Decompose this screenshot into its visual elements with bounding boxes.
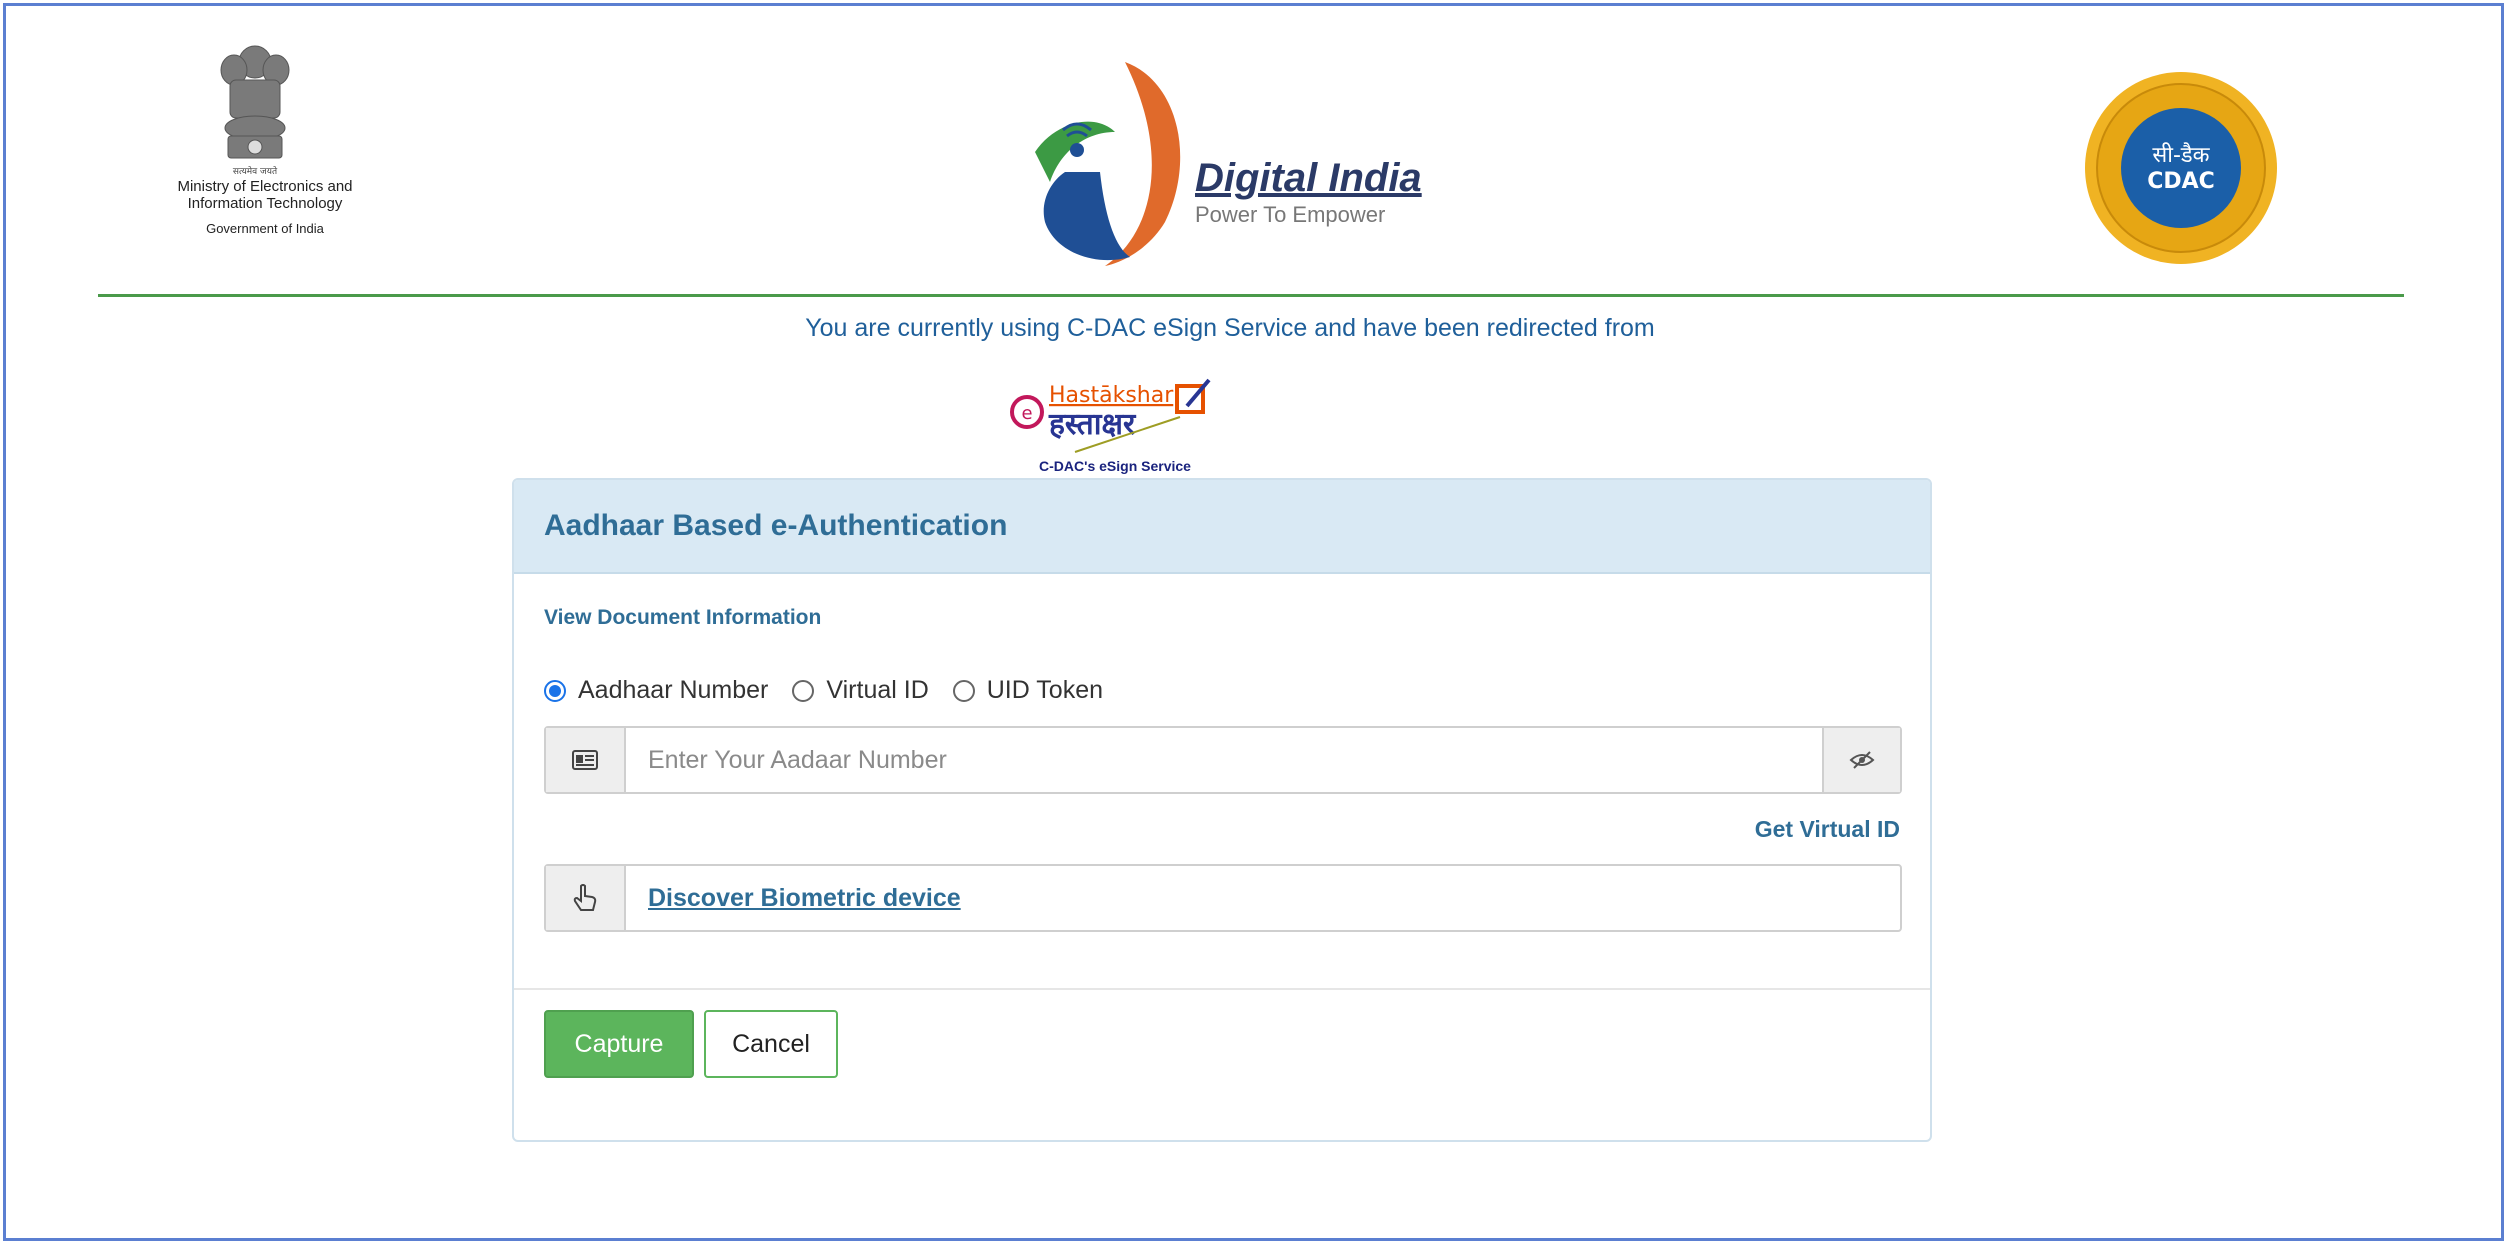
ministry-text: Ministry of Electronics and Information …	[130, 178, 400, 237]
redirect-message: You are currently using C-DAC eSign Serv…	[805, 314, 1655, 342]
view-document-link[interactable]: View Document Information	[544, 606, 821, 630]
radio-virtual-id-label[interactable]: Virtual ID	[826, 676, 928, 705]
radio-uid-token-label[interactable]: UID Token	[987, 676, 1103, 705]
digital-india-logo-icon	[1035, 62, 1181, 266]
hand-pointer-icon	[546, 866, 626, 930]
emblem-motto: सत्यमेव जयते	[233, 165, 278, 177]
id-type-radio-group: Aadhaar Number Virtual ID UID Token	[544, 676, 1127, 705]
radio-virtual-id[interactable]	[792, 679, 815, 702]
svg-text:e: e	[1021, 403, 1032, 424]
ministry-line-1: Ministry of Electronics and	[177, 178, 353, 195]
id-card-icon	[546, 728, 626, 792]
aadhaar-number-input[interactable]	[626, 728, 1822, 792]
capture-button[interactable]: Capture	[544, 1010, 694, 1078]
hastakshar-logo-text: Hastākshar	[1049, 383, 1174, 408]
discover-biometric-link[interactable]: Discover Biometric device	[626, 866, 961, 930]
radio-uid-token[interactable]	[952, 679, 975, 702]
get-virtual-id-link[interactable]: Get Virtual ID	[1755, 816, 1900, 843]
panel-divider	[514, 988, 1930, 990]
auth-panel: Aadhaar Based e-Authentication View Docu…	[512, 478, 1932, 1142]
cdac-seal-icon: सी-डैक CDAC	[2085, 72, 2277, 264]
radio-aadhaar-number[interactable]	[544, 679, 566, 702]
digital-india-title: Digital India	[1195, 156, 1422, 200]
toggle-visibility-icon[interactable]	[1822, 728, 1900, 792]
digital-india-tagline: Power To Empower	[1195, 202, 1386, 227]
government-label: Government of India	[206, 221, 324, 236]
panel-title: Aadhaar Based e-Authentication	[514, 480, 1930, 574]
ministry-line-2: Information Technology	[187, 195, 343, 212]
cdac-seal-text: CDAC	[2147, 169, 2215, 194]
cancel-button[interactable]: Cancel	[704, 1010, 838, 1078]
national-emblem-icon: सत्यमेव जयते	[220, 45, 290, 177]
cdac-hindi-text: सी-डैक	[2152, 142, 2210, 168]
header-divider	[98, 294, 2404, 297]
radio-aadhaar-number-label[interactable]: Aadhaar Number	[578, 676, 768, 705]
aadhaar-input-group	[544, 726, 1902, 794]
hastakshar-caption: C-DAC's eSign Service	[1039, 458, 1191, 474]
biometric-group: Discover Biometric device	[544, 864, 1902, 932]
